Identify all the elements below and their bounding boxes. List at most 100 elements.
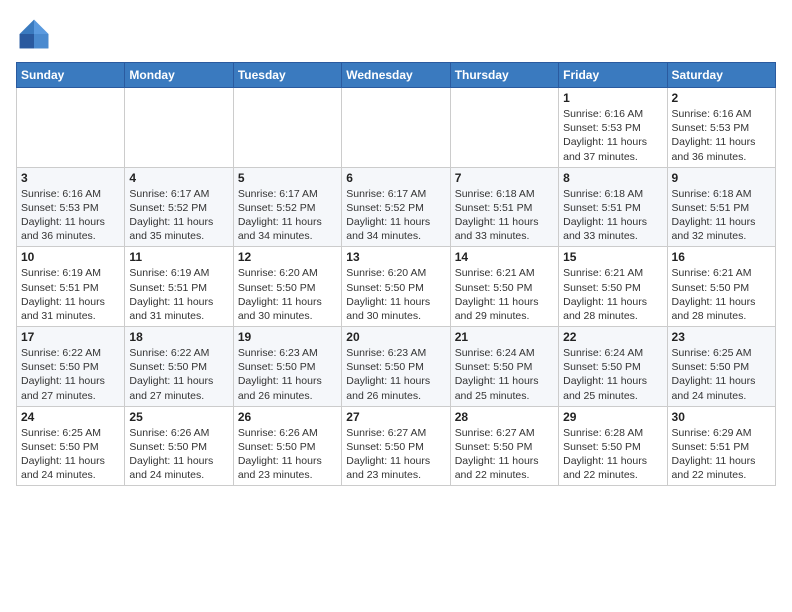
day-number: 20 [346, 330, 445, 344]
calendar-cell: 10Sunrise: 6:19 AM Sunset: 5:51 PM Dayli… [17, 247, 125, 327]
day-info: Sunrise: 6:24 AM Sunset: 5:50 PM Dayligh… [563, 346, 662, 403]
calendar-cell: 19 Sunrise: 6:23 AM Sunset: 5:50 PM Dayli… [233, 327, 341, 407]
day-info: Sunrise: 6:20 AM Sunset: 5:50 PM Dayligh… [346, 266, 445, 323]
day-info: Sunrise: 6:21 AM Sunset: 5:50 PM Dayligh… [455, 266, 554, 323]
day-number: 12 [238, 250, 337, 264]
day-number: 3 [21, 171, 120, 185]
calendar-cell: 27Sunrise: 6:27 AM Sunset: 5:50 PM Dayli… [342, 406, 450, 486]
calendar-cell: 12 Sunrise: 6:20 AM Sunset: 5:50 PM Dayli… [233, 247, 341, 327]
day-info: Sunrise: 6:25 AM Sunset: 5:50 PM Dayligh… [672, 346, 771, 403]
day-info: Sunrise: 6:27 AM Sunset: 5:50 PM Dayligh… [455, 426, 554, 483]
calendar-cell: 13Sunrise: 6:20 AM Sunset: 5:50 PM Dayli… [342, 247, 450, 327]
calendar-cell: 14 Sunrise: 6:21 AM Sunset: 5:50 PM Dayli… [450, 247, 558, 327]
header-row: SundayMondayTuesdayWednesdayThursdayFrid… [17, 63, 776, 88]
week-row-0: 1 Sunrise: 6:16 AM Sunset: 5:53 PM Daylig… [17, 88, 776, 168]
calendar-cell: 25Sunrise: 6:26 AM Sunset: 5:50 PM Dayli… [125, 406, 233, 486]
day-info: Sunrise: 6:17 AM Sunset: 5:52 PM Dayligh… [238, 187, 337, 244]
day-number: 9 [672, 171, 771, 185]
day-info: Sunrise: 6:26 AM Sunset: 5:50 PM Dayligh… [238, 426, 337, 483]
day-number: 18 [129, 330, 228, 344]
day-header-tuesday: Tuesday [233, 63, 341, 88]
day-info: Sunrise: 6:16 AM Sunset: 5:53 PM Dayligh… [563, 107, 662, 164]
day-number: 4 [129, 171, 228, 185]
day-header-monday: Monday [125, 63, 233, 88]
week-row-2: 10Sunrise: 6:19 AM Sunset: 5:51 PM Dayli… [17, 247, 776, 327]
day-header-friday: Friday [559, 63, 667, 88]
day-header-thursday: Thursday [450, 63, 558, 88]
day-number: 24 [21, 410, 120, 424]
calendar-cell: 29Sunrise: 6:28 AM Sunset: 5:50 PM Dayli… [559, 406, 667, 486]
day-info: Sunrise: 6:18 AM Sunset: 5:51 PM Dayligh… [563, 187, 662, 244]
day-number: 28 [455, 410, 554, 424]
logo-icon [16, 16, 52, 52]
calendar-cell [450, 88, 558, 168]
day-info: Sunrise: 6:20 AM Sunset: 5:50 PM Dayligh… [238, 266, 337, 323]
day-info: Sunrise: 6:17 AM Sunset: 5:52 PM Dayligh… [346, 187, 445, 244]
day-header-sunday: Sunday [17, 63, 125, 88]
calendar-cell: 20 Sunrise: 6:23 AM Sunset: 5:50 PM Dayli… [342, 327, 450, 407]
day-number: 8 [563, 171, 662, 185]
day-number: 6 [346, 171, 445, 185]
day-info: Sunrise: 6:25 AM Sunset: 5:50 PM Dayligh… [21, 426, 120, 483]
day-info: Sunrise: 6:26 AM Sunset: 5:50 PM Dayligh… [129, 426, 228, 483]
calendar-cell [342, 88, 450, 168]
calendar-cell: 1 Sunrise: 6:16 AM Sunset: 5:53 PM Daylig… [559, 88, 667, 168]
day-number: 7 [455, 171, 554, 185]
day-number: 16 [672, 250, 771, 264]
logo [16, 16, 56, 52]
day-number: 14 [455, 250, 554, 264]
day-info: Sunrise: 6:21 AM Sunset: 5:50 PM Dayligh… [672, 266, 771, 323]
calendar-cell: 16 Sunrise: 6:21 AM Sunset: 5:50 PM Dayli… [667, 247, 775, 327]
calendar-cell: 30 Sunrise: 6:29 AM Sunset: 5:51 PM Dayli… [667, 406, 775, 486]
day-info: Sunrise: 6:18 AM Sunset: 5:51 PM Dayligh… [672, 187, 771, 244]
calendar-cell: 15 Sunrise: 6:21 AM Sunset: 5:50 PM Dayli… [559, 247, 667, 327]
day-number: 15 [563, 250, 662, 264]
day-info: Sunrise: 6:19 AM Sunset: 5:51 PM Dayligh… [21, 266, 120, 323]
week-row-4: 24 Sunrise: 6:25 AM Sunset: 5:50 PM Dayli… [17, 406, 776, 486]
calendar-cell: 24 Sunrise: 6:25 AM Sunset: 5:50 PM Dayli… [17, 406, 125, 486]
day-number: 22 [563, 330, 662, 344]
header [16, 16, 776, 52]
calendar-cell: 18Sunrise: 6:22 AM Sunset: 5:50 PM Dayli… [125, 327, 233, 407]
calendar-cell: 8 Sunrise: 6:18 AM Sunset: 5:51 PM Daylig… [559, 167, 667, 247]
day-number: 26 [238, 410, 337, 424]
calendar-cell [125, 88, 233, 168]
calendar-cell: 5 Sunrise: 6:17 AM Sunset: 5:52 PM Daylig… [233, 167, 341, 247]
day-info: Sunrise: 6:23 AM Sunset: 5:50 PM Dayligh… [238, 346, 337, 403]
day-number: 17 [21, 330, 120, 344]
calendar-cell: 3Sunrise: 6:16 AM Sunset: 5:53 PM Daylig… [17, 167, 125, 247]
calendar-cell: 4Sunrise: 6:17 AM Sunset: 5:52 PM Daylig… [125, 167, 233, 247]
calendar-cell: 6 Sunrise: 6:17 AM Sunset: 5:52 PM Daylig… [342, 167, 450, 247]
calendar-cell: 22 Sunrise: 6:24 AM Sunset: 5:50 PM Dayli… [559, 327, 667, 407]
week-row-1: 3Sunrise: 6:16 AM Sunset: 5:53 PM Daylig… [17, 167, 776, 247]
calendar-cell: 2Sunrise: 6:16 AM Sunset: 5:53 PM Daylig… [667, 88, 775, 168]
day-info: Sunrise: 6:22 AM Sunset: 5:50 PM Dayligh… [21, 346, 120, 403]
calendar-cell: 28 Sunrise: 6:27 AM Sunset: 5:50 PM Dayli… [450, 406, 558, 486]
calendar-cell [233, 88, 341, 168]
day-number: 11 [129, 250, 228, 264]
calendar-cell: 26 Sunrise: 6:26 AM Sunset: 5:50 PM Dayli… [233, 406, 341, 486]
day-info: Sunrise: 6:19 AM Sunset: 5:51 PM Dayligh… [129, 266, 228, 323]
day-number: 19 [238, 330, 337, 344]
calendar-cell: 11 Sunrise: 6:19 AM Sunset: 5:51 PM Dayli… [125, 247, 233, 327]
calendar-header: SundayMondayTuesdayWednesdayThursdayFrid… [17, 63, 776, 88]
day-number: 1 [563, 91, 662, 105]
day-info: Sunrise: 6:27 AM Sunset: 5:50 PM Dayligh… [346, 426, 445, 483]
calendar-cell: 7Sunrise: 6:18 AM Sunset: 5:51 PM Daylig… [450, 167, 558, 247]
day-info: Sunrise: 6:16 AM Sunset: 5:53 PM Dayligh… [672, 107, 771, 164]
week-row-3: 17 Sunrise: 6:22 AM Sunset: 5:50 PM Dayli… [17, 327, 776, 407]
day-number: 23 [672, 330, 771, 344]
calendar-cell: 17 Sunrise: 6:22 AM Sunset: 5:50 PM Dayli… [17, 327, 125, 407]
day-info: Sunrise: 6:23 AM Sunset: 5:50 PM Dayligh… [346, 346, 445, 403]
day-header-saturday: Saturday [667, 63, 775, 88]
day-info: Sunrise: 6:21 AM Sunset: 5:50 PM Dayligh… [563, 266, 662, 323]
calendar-cell [17, 88, 125, 168]
day-number: 21 [455, 330, 554, 344]
day-info: Sunrise: 6:24 AM Sunset: 5:50 PM Dayligh… [455, 346, 554, 403]
day-number: 5 [238, 171, 337, 185]
calendar-table: SundayMondayTuesdayWednesdayThursdayFrid… [16, 62, 776, 486]
page: SundayMondayTuesdayWednesdayThursdayFrid… [0, 0, 792, 496]
calendar-body: 1 Sunrise: 6:16 AM Sunset: 5:53 PM Daylig… [17, 88, 776, 486]
day-number: 30 [672, 410, 771, 424]
day-info: Sunrise: 6:29 AM Sunset: 5:51 PM Dayligh… [672, 426, 771, 483]
